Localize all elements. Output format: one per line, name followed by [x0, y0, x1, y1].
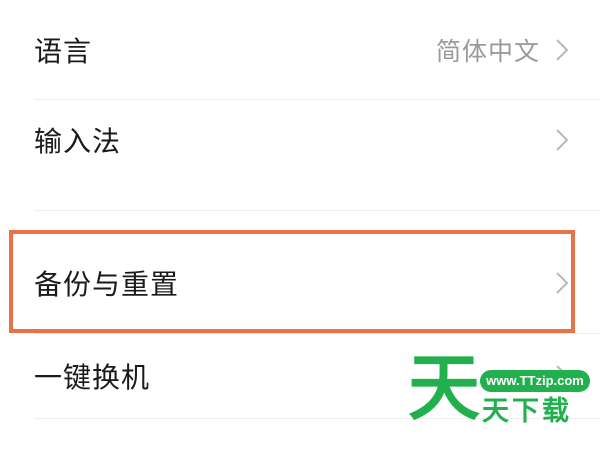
watermark-big-char: 天	[408, 346, 481, 430]
watermark-logo: 天 www.TTzip.com 天下载	[408, 352, 598, 432]
settings-item-input-method[interactable]: 输入法	[0, 100, 600, 180]
group-divider	[34, 210, 600, 211]
watermark-site: www.TTzip.com	[480, 370, 590, 392]
highlight-box	[9, 230, 575, 333]
settings-screen: 语言 简体中文 输入法 备份与重置 一键换机 天 www.TTzip.com 天…	[0, 0, 600, 449]
settings-item-value: 简体中文	[435, 37, 540, 66]
watermark-name: 天下载	[482, 396, 572, 427]
chevron-right-icon	[556, 129, 569, 151]
settings-item-label: 输入法	[34, 125, 122, 158]
chevron-right-icon	[556, 39, 569, 61]
settings-item-label: 语言	[34, 35, 93, 68]
settings-item-language[interactable]: 语言 简体中文	[0, 0, 600, 100]
